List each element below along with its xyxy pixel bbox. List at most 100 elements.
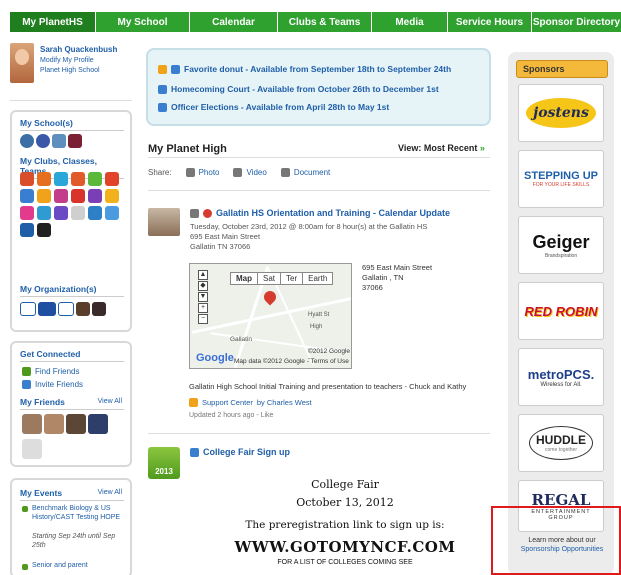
sponsor-red-robin[interactable]: RED ROBIN: [518, 282, 604, 340]
club-icon[interactable]: [20, 189, 34, 203]
sponsor-metropcs[interactable]: metroPCS. Wireless for All.: [518, 348, 604, 406]
org-icon[interactable]: [38, 302, 56, 316]
zoom-out-icon[interactable]: −: [198, 314, 208, 324]
club-icon[interactable]: [71, 172, 85, 186]
pan-left-right-icon[interactable]: ◆: [198, 281, 208, 291]
post-author-link[interactable]: by Charles West: [257, 398, 312, 407]
event-map[interactable]: ▲ ◆ ▼ + − Map Sat Ter Earth Hyatt St Hig…: [189, 263, 352, 369]
club-icon[interactable]: [88, 172, 102, 186]
friend-avatar-placeholder[interactable]: [22, 439, 42, 459]
tab-calendar[interactable]: Calendar: [190, 12, 278, 32]
flyer-url[interactable]: WWW.GOTOMYNCF.COM: [200, 538, 490, 556]
club-icon[interactable]: [54, 206, 68, 220]
club-icon[interactable]: [54, 172, 68, 186]
club-icon[interactable]: [37, 223, 51, 237]
tab-my-planeths[interactable]: My PlanetHS: [10, 12, 96, 32]
map-type-ter[interactable]: Ter: [281, 273, 304, 284]
post-source: Support Center by Charles West: [189, 398, 312, 407]
tab-clubs-teams[interactable]: Clubs & Teams: [278, 12, 372, 32]
map-type-earth[interactable]: Earth: [303, 273, 332, 284]
share-photo-button[interactable]: Photo: [185, 168, 219, 177]
sponsor-jostens[interactable]: jostens: [518, 84, 604, 142]
map-data-credit[interactable]: Map data ©2012 Google - Terms of Use: [234, 358, 349, 365]
map-place-label: Gallatin: [230, 336, 253, 343]
sponsor-tagline: FOR YOUR LIFE SKILLS: [532, 182, 590, 188]
my-orgs-title: My Organization(s): [20, 284, 124, 297]
map-type-sat[interactable]: Sat: [258, 273, 282, 284]
club-icon[interactable]: [37, 172, 51, 186]
club-icon[interactable]: [71, 189, 85, 203]
tab-media[interactable]: Media: [372, 12, 448, 32]
tab-service-hours[interactable]: Service Hours: [448, 12, 532, 32]
people-icon: [22, 367, 31, 376]
friends-view-all-link[interactable]: View All: [98, 398, 122, 405]
video-icon: [233, 168, 243, 177]
post-title-row[interactable]: College Fair Sign up: [190, 447, 290, 457]
modify-profile-link[interactable]: Modify My Profile: [40, 57, 94, 64]
post-description: Gallatin High School Initial Training an…: [189, 382, 467, 391]
friend-avatar[interactable]: [88, 414, 108, 434]
sponsor-stepping-up[interactable]: STEPPING UP FOR YOUR LIFE SKILLS: [518, 150, 604, 208]
info-icon[interactable]: [36, 134, 50, 148]
sponsor-geiger[interactable]: Geiger Brandspiration: [518, 216, 604, 274]
announcement-item[interactable]: Favorite donut - Available from Septembe…: [158, 64, 451, 74]
club-icon[interactable]: [54, 189, 68, 203]
invite-friends-link[interactable]: Invite Friends: [22, 380, 83, 389]
tab-sponsor-directory[interactable]: Sponsor Directory: [532, 12, 621, 32]
friend-avatar[interactable]: [44, 414, 64, 434]
sponsor-huddle[interactable]: HUDDLE come together: [518, 414, 604, 472]
club-icon[interactable]: [37, 189, 51, 203]
club-icon[interactable]: [20, 172, 34, 186]
event-bullet-icon: [22, 564, 28, 570]
chart-icon: [158, 102, 167, 112]
post-updated[interactable]: Updated 2 hours ago - Like: [189, 412, 273, 419]
pan-up-icon[interactable]: ▲: [198, 270, 208, 280]
club-icon[interactable]: [71, 206, 85, 220]
college-fair-flyer: College Fair October 13, 2012 The prereg…: [200, 478, 490, 566]
support-center-link[interactable]: Support Center: [202, 398, 253, 407]
org-icon[interactable]: [76, 302, 90, 316]
club-icon[interactable]: [105, 172, 119, 186]
club-icon[interactable]: [20, 223, 34, 237]
school-badge-icon[interactable]: [20, 134, 34, 148]
event-2-title[interactable]: Senior and parent: [32, 562, 88, 569]
share-video-button[interactable]: Video: [233, 168, 267, 177]
school-flag-icon[interactable]: [52, 134, 66, 148]
my-groups-panel: My School(s) My Clubs, Classes, Teams My…: [10, 110, 132, 332]
club-icon[interactable]: [105, 206, 119, 220]
org-icon[interactable]: [92, 302, 106, 316]
post-title-row[interactable]: Gallatin HS Orientation and Training - C…: [190, 208, 450, 218]
org-deca-icon[interactable]: [20, 302, 36, 316]
tab-my-school[interactable]: My School: [96, 12, 190, 32]
flyer-footnote: FOR A LIST OF COLLEGES COMING SEE: [277, 559, 413, 566]
friend-avatar[interactable]: [66, 414, 86, 434]
calendar-thumbnail[interactable]: 2013: [148, 447, 180, 479]
club-icon[interactable]: [20, 206, 34, 220]
event-1-title[interactable]: Benchmark Biology & US History/CAST Test…: [32, 504, 124, 522]
announcement-item[interactable]: Homecoming Court - Available from Octobe…: [158, 84, 439, 94]
event-address: 695 East Main Street Gallatin , TN 37066: [362, 263, 432, 293]
zoom-in-icon[interactable]: +: [198, 303, 208, 313]
club-icon[interactable]: [88, 206, 102, 220]
pan-down-icon[interactable]: ▼: [198, 292, 208, 302]
post-title: College Fair Sign up: [203, 447, 291, 457]
org-deca-icon[interactable]: [58, 302, 74, 316]
post-street: 695 East Main Street: [190, 232, 261, 241]
school-logo-icon[interactable]: [68, 134, 82, 148]
post-author-avatar[interactable]: [148, 208, 180, 236]
view-filter[interactable]: View: Most Recent »: [398, 143, 485, 153]
find-friends-link[interactable]: Find Friends: [22, 367, 79, 376]
friend-avatar[interactable]: [22, 414, 42, 434]
profile-name[interactable]: Sarah Quackenbush: [40, 45, 117, 54]
flyer-date: October 13, 2012: [296, 496, 394, 509]
events-view-all-link[interactable]: View All: [98, 489, 122, 496]
club-icon[interactable]: [37, 206, 51, 220]
announcement-item[interactable]: Officer Elections - Available from April…: [158, 102, 389, 112]
share-document-button[interactable]: Document: [280, 168, 330, 177]
map-marker-icon[interactable]: [261, 288, 279, 306]
profile-school-link[interactable]: Planet High School: [40, 67, 100, 74]
avatar[interactable]: [10, 43, 34, 83]
club-icon[interactable]: [105, 189, 119, 203]
map-type-map[interactable]: Map: [231, 273, 258, 284]
club-icon[interactable]: [88, 189, 102, 203]
